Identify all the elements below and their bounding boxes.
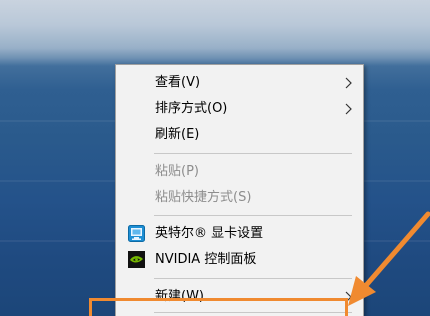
chevron-right-icon [345,77,352,89]
menu-item-label: 英特尔® 显卡设置 [155,226,264,241]
intel-graphics-icon [128,225,145,242]
menu-item-label: 粘贴快捷方式(S) [155,190,252,205]
menu-item-label: NVIDIA 控制面板 [155,252,257,267]
menu-item-view[interactable]: 查看(V) [116,70,363,96]
chevron-right-icon [345,103,352,115]
menu-separator [154,215,352,216]
menu-item-refresh[interactable]: 刷新(E) [116,122,363,148]
menu-separator [154,153,352,154]
menu-item-paste: 粘贴(P) [116,159,363,185]
menu-item-nvidia-control-panel[interactable]: NVIDIA 控制面板 [116,247,363,273]
highlight-box [89,298,348,316]
menu-item-label: 粘贴(P) [155,164,199,179]
desktop-background: 查看(V) 排序方式(O) 刷新(E) 粘贴(P) 粘贴快捷方式(S) 英特尔®… [0,0,430,316]
nvidia-icon [128,251,145,268]
desktop-context-menu: 查看(V) 排序方式(O) 刷新(E) 粘贴(P) 粘贴快捷方式(S) 英特尔®… [115,64,364,316]
menu-item-label: 排序方式(O) [155,101,228,116]
menu-item-label: 刷新(E) [155,127,200,142]
pointer-arrow-icon [348,211,430,306]
menu-separator [154,278,352,279]
menu-item-label: 查看(V) [155,75,201,90]
menu-item-sort-by[interactable]: 排序方式(O) [116,96,363,122]
menu-item-paste-shortcut: 粘贴快捷方式(S) [116,185,363,211]
menu-item-intel-graphics-settings[interactable]: 英特尔® 显卡设置 [116,221,363,247]
